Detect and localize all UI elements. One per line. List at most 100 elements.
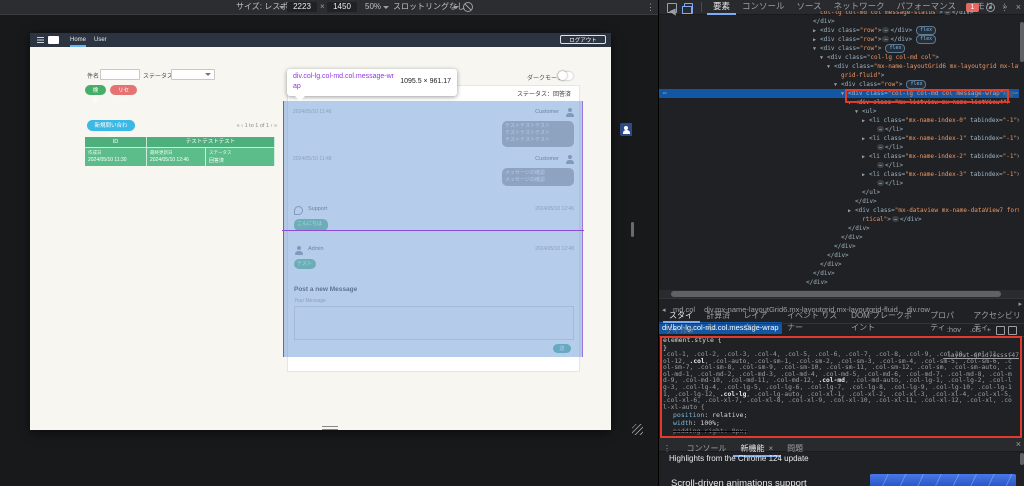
flex-badge[interactable]: flex	[916, 26, 936, 35]
tree-line[interactable]: ▼<div class="row">flex	[659, 80, 1019, 89]
whatsnew-item-title[interactable]: Scroll-driven animations support	[671, 478, 807, 486]
hamburger-icon[interactable]	[37, 37, 44, 43]
toggle-hover-button[interactable]: :hov	[947, 325, 961, 334]
message-textarea[interactable]	[294, 306, 574, 340]
new-inquiry-button[interactable]: 新規問い合わせ	[87, 120, 135, 131]
tree-line[interactable]: ▼<div class="mx-listview mx-name-listVie…	[659, 98, 1019, 107]
code-text: >	[887, 216, 891, 223]
viewport-resize-handle-corner[interactable]	[632, 424, 643, 435]
sidebar-tab-DOM ブレークポイント[interactable]: DOM ブレークポイント	[845, 310, 924, 323]
css-declaration[interactable]: width: 100%;	[663, 419, 1013, 427]
flex-badge[interactable]: flex	[906, 80, 926, 89]
filter-input[interactable]: フィルタ	[665, 325, 695, 336]
tree-line[interactable]: ▼<div class="mx-name-layoutGrid6 mx-layo…	[659, 62, 1019, 71]
tab-close-icon[interactable]: ×	[768, 444, 773, 453]
tree-line[interactable]: ▼<div class="col-lg col-md col">	[659, 53, 1019, 62]
status-select[interactable]	[171, 69, 215, 80]
ellipsis-pill: …	[877, 126, 884, 132]
tree-line[interactable]: </div>	[659, 233, 1019, 242]
search-button[interactable]: 検索	[85, 85, 106, 95]
code-text: <div class=	[820, 45, 860, 52]
viewport-height-input[interactable]	[327, 2, 357, 12]
tree-line[interactable]: </div>	[659, 224, 1019, 233]
tree-line[interactable]: ▶<div class="row">…</div>flex	[659, 26, 1019, 35]
reset-button[interactable]: リセット	[110, 85, 137, 95]
code-text: <div class=	[834, 63, 874, 70]
css-declaration[interactable]: padding-right: 8px;	[663, 427, 1013, 435]
tree-line[interactable]: …</li>	[659, 179, 1019, 188]
tree-line[interactable]: ▶<li class="mx-name-index-2" tabindex="-…	[659, 152, 1019, 161]
element-style-open[interactable]: element.style {	[659, 337, 1024, 345]
sidebar-tab-レイアウト[interactable]: レイアウト	[737, 310, 781, 323]
message-time: 2024/05/10 12:48	[535, 246, 574, 252]
person-fab-icon[interactable]	[620, 123, 632, 136]
tree-line[interactable]: …</li>	[659, 161, 1019, 170]
code-text: "mx-name-index-3"	[905, 171, 966, 178]
tree-line[interactable]: grid-fluid">	[659, 71, 1019, 80]
flex-badge[interactable]: flex	[885, 44, 905, 53]
tree-line[interactable]: ▶<li class="mx-name-index-0" tabindex="-…	[659, 116, 1019, 125]
sidebar-tab-計算済み[interactable]: 計算済み	[700, 310, 737, 323]
viewport-width-input[interactable]	[287, 2, 317, 12]
sidebar-tab-プロパティ[interactable]: プロパティ	[924, 310, 967, 323]
tree-line[interactable]: </div>	[659, 278, 1019, 287]
tree-line[interactable]: </div>	[659, 251, 1019, 260]
device-toolbar-more-icon[interactable]: ⋮	[646, 1, 655, 13]
viewport-resize-handle-bottom[interactable]	[322, 426, 338, 430]
code-text: grid-fluid"	[841, 72, 881, 79]
tree-line[interactable]: ▼<div class="row">flex	[659, 44, 1019, 53]
code-text: >	[939, 11, 943, 16]
flex-badge[interactable]: flex	[916, 35, 936, 44]
tree-line[interactable]: ▶<div class="row">…</div>flex	[659, 35, 1019, 44]
elements-scrollbar[interactable]	[1020, 22, 1024, 62]
pagination[interactable]: « ‹ 1 to 1 of 1 › »	[180, 123, 277, 129]
tree-line[interactable]: …</li>	[659, 125, 1019, 134]
code-text: >	[1017, 171, 1019, 178]
scrollbar-thumb[interactable]	[671, 291, 1001, 297]
whatsnew-thumbnail[interactable]	[870, 474, 1016, 486]
rotate-viewport-icon[interactable]	[463, 2, 473, 12]
drawer-scrollbar[interactable]	[1020, 453, 1024, 465]
subject-input[interactable]	[100, 69, 140, 80]
nav-item-home[interactable]: Home	[70, 33, 86, 47]
table-row[interactable]: 作成日2024/05/10 11:30最終更新日2024/05/10 12:46…	[85, 147, 275, 166]
tree-line[interactable]: </ul>	[659, 188, 1019, 197]
sidebar-tab-アクセシビリティ[interactable]: アクセシビリティ	[967, 310, 1024, 323]
nav-item-user[interactable]: User	[94, 33, 107, 45]
tree-line[interactable]: </div>	[659, 197, 1019, 206]
css-rule-selectors[interactable]: .col-1, .col-2, .col-3, .col-4, .col-5, …	[663, 352, 1015, 411]
tree-line[interactable]: ▶<div class="mx-dataview mx-name-dataVie…	[659, 206, 1019, 215]
message-author: Customer	[535, 156, 559, 162]
tree-line[interactable]: ▶<li class="mx-name-index-1" tabindex="-…	[659, 134, 1019, 143]
sidebar-tab-スタイル[interactable]: スタイル	[663, 310, 700, 323]
chevron-down-icon	[453, 6, 459, 9]
horizontal-scrollbar[interactable]	[659, 290, 1024, 298]
code-text: "row"	[860, 36, 878, 43]
cell-label: 作成日	[88, 150, 146, 156]
tree-line[interactable]: ⋯▼<div class="col-lg col-md col message-…	[659, 89, 1019, 98]
logout-button[interactable]: ログアウト	[560, 35, 606, 44]
tree-line[interactable]: ▼<ul>	[659, 107, 1019, 116]
send-button[interactable]: 送信	[553, 344, 571, 353]
tree-line[interactable]: …</li>	[659, 143, 1019, 152]
darkmode-toggle[interactable]	[558, 72, 573, 80]
property-name: position	[673, 411, 704, 419]
css-declaration[interactable]: position: relative;	[663, 411, 1013, 419]
tree-line[interactable]: </div>	[659, 260, 1019, 269]
viewport-resize-handle-right[interactable]	[631, 222, 634, 237]
code-text: "mx-name-index-2"	[905, 153, 966, 160]
panel-layout-icon[interactable]	[1008, 326, 1017, 335]
tree-line[interactable]: </div>	[659, 269, 1019, 278]
tree-line[interactable]: ▶<li class="mx-name-index-3" tabindex="-…	[659, 170, 1019, 179]
toggle-class-button[interactable]: .cls	[970, 325, 981, 334]
zoom-select[interactable]: 50%	[365, 0, 381, 14]
sidebar-tab-イベント リスナー[interactable]: イベント リスナー	[781, 310, 845, 323]
computed-grid-icon[interactable]	[996, 326, 1005, 335]
tree-line[interactable]: rtical">…</div>	[659, 215, 1019, 224]
code-text: <div class=	[848, 90, 888, 97]
drawer-close-icon[interactable]: ×	[1016, 438, 1021, 450]
new-rule-button[interactable]: +	[987, 325, 991, 334]
your-message-label: Your Message	[294, 298, 326, 304]
tree-line[interactable]: </div>	[659, 242, 1019, 251]
tree-line[interactable]: </div>	[659, 17, 1019, 26]
